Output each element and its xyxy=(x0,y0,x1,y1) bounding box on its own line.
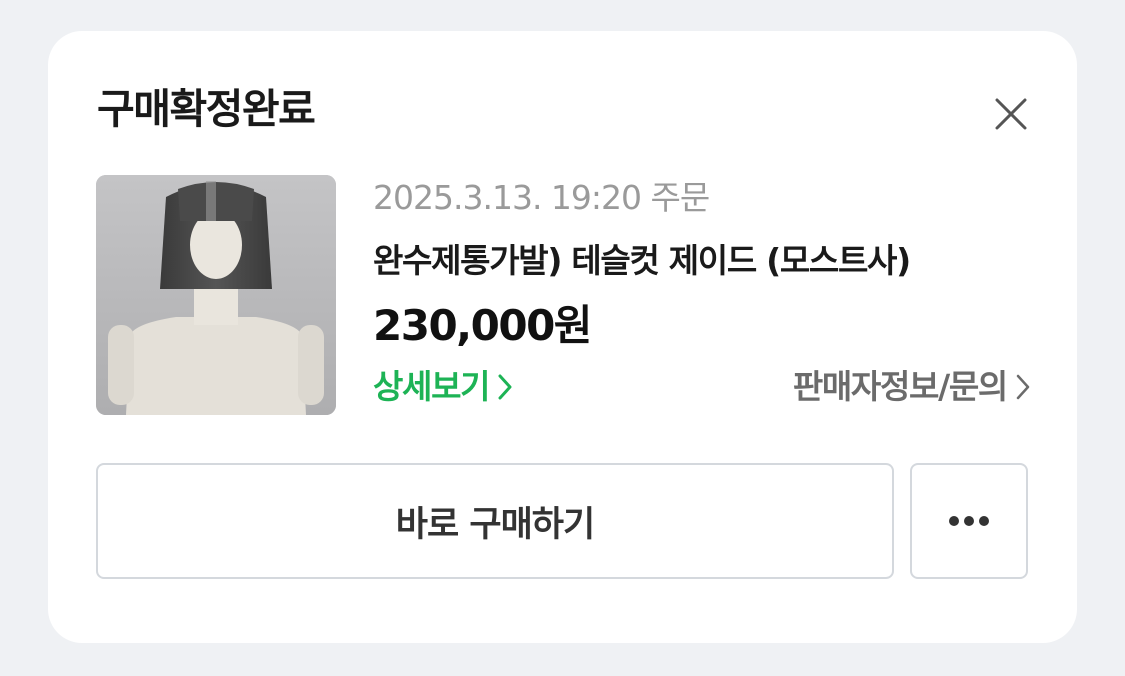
product-name[interactable]: 완수제통가발) 테슬컷 제이드 (모스트사) xyxy=(373,238,911,284)
chevron-right-icon xyxy=(1016,374,1030,400)
view-detail-label: 상세보기 xyxy=(373,367,491,406)
more-dots-icon xyxy=(949,516,989,526)
buy-now-button[interactable]: 바로 구매하기 xyxy=(96,463,894,579)
order-date: 2025.3.13. 19:20 주문 xyxy=(373,178,710,217)
purchase-confirm-card: 구매확정완료 2025.3.13. 19:20 주문 완수제통가발) 테슬컷 제… xyxy=(48,31,1077,643)
seller-info-link[interactable]: 판매자정보/문의 xyxy=(793,364,1031,410)
product-price: 230,000원 xyxy=(373,301,592,350)
close-button[interactable] xyxy=(991,94,1031,134)
chevron-right-icon xyxy=(498,374,512,400)
close-icon xyxy=(995,98,1027,130)
view-detail-link[interactable]: 상세보기 xyxy=(373,364,513,410)
buy-now-label: 바로 구매하기 xyxy=(395,504,595,545)
seller-info-label: 판매자정보/문의 xyxy=(792,367,1008,406)
more-options-button[interactable] xyxy=(910,463,1028,579)
wig-mannequin-image xyxy=(96,175,336,415)
product-image[interactable] xyxy=(96,175,336,415)
dialog-title: 구매확정완료 xyxy=(97,85,316,133)
